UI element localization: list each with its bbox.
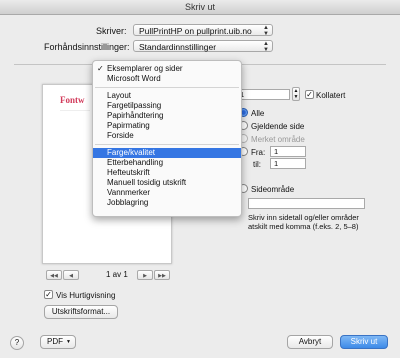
printer-value: PullPrintHP on pullprint.uib.no bbox=[139, 26, 252, 36]
page-setup-button[interactable]: Utskriftsformat... bbox=[44, 305, 118, 319]
next-page-button[interactable]: ▶ bbox=[137, 270, 153, 280]
menu-item[interactable]: Etterbehandling bbox=[93, 158, 241, 168]
menu-item-label: Microsoft Word bbox=[107, 74, 161, 83]
menu-item[interactable]: Forside bbox=[93, 131, 241, 141]
menu-item[interactable]: Manuell tosidig utskrift bbox=[93, 178, 241, 188]
help-button[interactable]: ? bbox=[10, 336, 24, 350]
printer-label: Skriver: bbox=[96, 26, 127, 36]
collated-label: Kollatert bbox=[316, 91, 346, 100]
menu-item-label: Forside bbox=[107, 131, 134, 140]
print-button[interactable]: Skriv ut bbox=[340, 335, 388, 349]
pages-range-help: Skriv inn sidetall og/eller områder atsk… bbox=[248, 213, 359, 231]
presets-value: Standardinnstillinger bbox=[139, 42, 217, 52]
menu-item-label: Fargetilpassing bbox=[107, 101, 162, 110]
menu-item[interactable]: Papirhåndtering bbox=[93, 111, 241, 121]
first-page-button[interactable]: ◀◀ bbox=[46, 270, 62, 280]
quick-preview-label: Vis Hurtigvisning bbox=[56, 291, 116, 300]
copies-stepper[interactable]: ▲ ▼ bbox=[292, 87, 300, 101]
previous-page-button[interactable]: ◀ bbox=[63, 270, 79, 280]
quick-preview-checkbox[interactable]: ✓ bbox=[44, 290, 53, 299]
menu-item-label: Eksemplarer og sider bbox=[107, 64, 183, 73]
menu-item[interactable]: Layout bbox=[93, 91, 241, 101]
preview-text-line bbox=[60, 110, 90, 111]
pages-current-label: Gjeldende side bbox=[251, 122, 305, 131]
pages-all-label: Alle bbox=[251, 109, 265, 118]
menu-item[interactable]: Microsoft Word bbox=[93, 74, 241, 84]
menu-separator bbox=[95, 87, 239, 88]
menu-item-label: Papirmating bbox=[107, 121, 150, 130]
printer-select[interactable]: PullPrintHP on pullprint.uib.no ▲ ▼ bbox=[133, 24, 273, 37]
preview-doc-title: Fontw bbox=[60, 95, 85, 105]
menu-item[interactable]: Jobblagring bbox=[93, 198, 241, 208]
menu-item-label: Papirhåndtering bbox=[107, 111, 164, 120]
pages-range-field[interactable] bbox=[248, 198, 365, 209]
menu-item[interactable]: Papirmating bbox=[93, 121, 241, 131]
pages-from-label: Fra: bbox=[251, 148, 266, 157]
chevron-down-icon: ▼ bbox=[66, 339, 71, 345]
pages-selection-label: Merket område bbox=[251, 135, 305, 144]
presets-label: Forhåndsinnstillinger: bbox=[44, 42, 130, 52]
pages-to-label: til: bbox=[253, 160, 261, 169]
popup-chevrons-icon: ▲ ▼ bbox=[263, 41, 269, 53]
menu-item-label: Hefteutskrift bbox=[107, 168, 150, 177]
collated-checkbox[interactable]: ✓ bbox=[305, 90, 314, 99]
menu-item[interactable]: Hefteutskrift bbox=[93, 168, 241, 178]
last-page-button[interactable]: ▶▶ bbox=[154, 270, 170, 280]
menu-item-label: Jobblagring bbox=[107, 198, 149, 207]
menu-item-label: Vannmerker bbox=[107, 188, 150, 197]
menu-item[interactable]: ✓ Eksemplarer og sider bbox=[93, 64, 241, 74]
popup-chevrons-icon: ▲ ▼ bbox=[263, 25, 269, 37]
pages-to-field[interactable]: 1 bbox=[270, 158, 306, 169]
menu-item-label: Manuell tosidig utskrift bbox=[107, 178, 187, 187]
menu-separator bbox=[95, 144, 239, 145]
menu-item[interactable]: Vannmerker bbox=[93, 188, 241, 198]
copies-field[interactable]: 1 bbox=[236, 89, 290, 100]
cancel-button[interactable]: Avbryt bbox=[287, 335, 333, 349]
menu-item[interactable]: Farge/kvalitet bbox=[93, 148, 241, 158]
pdf-label: PDF bbox=[47, 337, 63, 346]
pdf-menu-button[interactable]: PDF ▼ bbox=[40, 335, 76, 349]
section-dropdown-menu[interactable]: ✓ Eksemplarer og sider Microsoft Word Layou… bbox=[92, 60, 242, 217]
checkmark-icon: ✓ bbox=[97, 64, 104, 73]
menu-item-label: Etterbehandling bbox=[107, 158, 164, 167]
page-indicator: 1 av 1 bbox=[106, 270, 128, 279]
presets-select[interactable]: Standardinnstillinger ▲ ▼ bbox=[133, 40, 273, 53]
menu-item[interactable]: Fargetilpassing bbox=[93, 101, 241, 111]
pages-from-field[interactable]: 1 bbox=[270, 146, 306, 157]
menu-item-label: Farge/kvalitet bbox=[107, 148, 156, 157]
window-title: Skriv ut bbox=[0, 0, 400, 15]
menu-item-label: Layout bbox=[107, 91, 132, 100]
pages-range-label: Sideområde bbox=[251, 185, 295, 194]
